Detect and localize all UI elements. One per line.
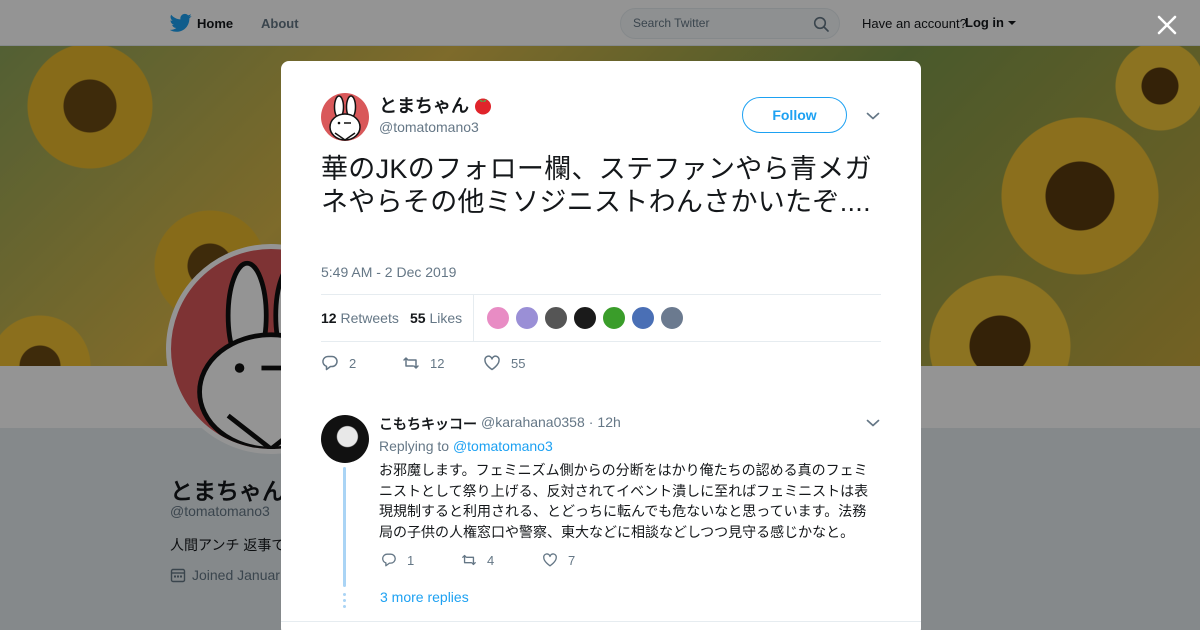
reply-author-avatar[interactable]	[321, 415, 369, 463]
thread-line	[343, 467, 346, 587]
tweet-text: 華のJKのフォロー欄、ステファンやら青メガネやらその他ミソジニストわんさかいたぞ…	[321, 154, 872, 217]
rabbit-avatar-icon	[329, 95, 361, 141]
thread-dots	[343, 593, 346, 608]
stats-divider	[473, 295, 474, 341]
heart-icon	[484, 355, 500, 371]
reply-header: こもちキッコー @karahana0358 · 12h	[379, 414, 621, 434]
like-count: 55	[511, 355, 526, 371]
retweet-icon	[462, 554, 476, 566]
reply-count: 2	[349, 355, 357, 371]
reply-reply-button[interactable]: 1	[381, 552, 414, 568]
retweet-button[interactable]: 12	[402, 354, 444, 372]
follow-button[interactable]: Follow	[742, 97, 847, 133]
reply-author-name[interactable]: こもちキッコー	[379, 414, 477, 434]
likes-label: Likes	[429, 310, 463, 326]
retweets-count: 12	[321, 310, 337, 326]
likers-avatars	[486, 306, 684, 330]
chevron-down-icon[interactable]	[866, 111, 880, 121]
reply-like-button[interactable]: 7	[542, 552, 575, 568]
liker-avatar[interactable]	[631, 306, 655, 330]
tweet-author-name[interactable]: とまちゃん	[379, 92, 493, 118]
reply-retweet-count: 4	[487, 552, 495, 568]
reply-separator: ·	[588, 414, 594, 430]
retweets-label: Retweets	[340, 310, 399, 326]
reply-button[interactable]: 2	[321, 354, 356, 372]
reply-text: お邪魔します。フェミニズム側からの分断をはかり俺たちの認める真のフェミニストとし…	[379, 462, 869, 540]
heart-icon	[543, 553, 557, 567]
liker-avatar[interactable]	[486, 306, 510, 330]
likes-count: 55	[410, 310, 426, 326]
tweet-author-name-text: とまちゃん	[379, 96, 469, 116]
likes-stat[interactable]: 55 Likes	[410, 310, 462, 326]
liker-avatar[interactable]	[602, 306, 626, 330]
close-icon[interactable]	[1155, 13, 1179, 37]
reply-like-count: 7	[568, 552, 576, 568]
tweet-stats: 12 Retweets 55 Likes	[321, 294, 881, 342]
reply-retweet-button[interactable]: 4	[461, 552, 494, 568]
replying-to-link[interactable]: @tomatomano3	[453, 438, 553, 454]
tweet-timestamp[interactable]: 5:49 AM - 2 Dec 2019	[321, 264, 456, 280]
liker-avatar[interactable]	[573, 306, 597, 330]
like-button[interactable]: 55	[483, 354, 525, 372]
reply-time[interactable]: 12h	[597, 414, 620, 434]
retweets-stat[interactable]: 12 Retweets	[321, 310, 399, 326]
divider	[281, 621, 921, 622]
more-replies-link[interactable]: 3 more replies	[380, 589, 469, 605]
liker-avatar[interactable]	[544, 306, 568, 330]
tweet-author-avatar[interactable]	[321, 93, 369, 141]
retweet-count: 12	[430, 355, 445, 371]
retweet-icon	[403, 357, 419, 369]
replying-prefix: Replying to	[379, 438, 450, 454]
liker-avatar[interactable]	[515, 306, 539, 330]
reply-icon	[322, 355, 338, 371]
replying-to: Replying to @tomatomano3	[379, 438, 553, 454]
tweet-modal: とまちゃん @tomatomano3 Follow 華のJKのフォロー欄、ステフ…	[281, 61, 921, 630]
tweet-author-handle[interactable]: @tomatomano3	[379, 119, 479, 135]
liker-avatar[interactable]	[660, 306, 684, 330]
chevron-down-icon[interactable]	[866, 418, 880, 428]
reply-author-handle[interactable]: @karahana0358	[481, 414, 585, 434]
reply-reply-count: 1	[407, 552, 415, 568]
reply-icon	[382, 553, 396, 567]
tomato-emoji-icon	[475, 98, 491, 115]
